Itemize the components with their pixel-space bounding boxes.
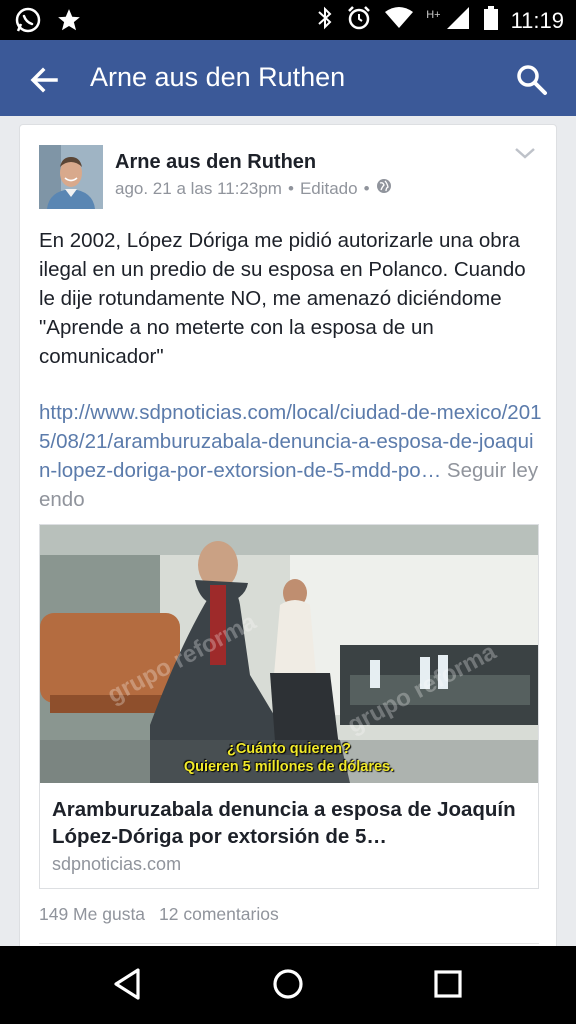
system-nav-bar [0,946,576,1024]
wifi-icon [384,6,414,35]
back-triangle-icon[interactable] [108,964,148,1004]
signal-icon [445,5,471,36]
post-meta: ago. 21 a las 11:23pm • Editado • [115,178,392,199]
post-card: Arne aus den Ruthen ago. 21 a las 11:23p… [19,124,557,964]
bluetooth-icon [316,5,334,36]
timestamp[interactable]: ago. 21 a las 11:23pm [115,179,282,199]
likes-count[interactable]: 149 Me gusta [39,904,145,925]
status-time: 11:19 [510,7,564,33]
network-type-label: H+ [426,8,441,21]
post-text: En 2002, López Dóriga me pidió autorizar… [39,229,526,368]
preview-image[interactable]: grupo reforma grupo reforma ¿Cuánto quie… [40,525,538,783]
post-stats: 149 Me gusta 12 comentarios [39,904,279,925]
edited-label[interactable]: Editado [300,179,358,199]
meta-separator: • [363,178,370,198]
alarm-icon [346,5,372,36]
chevron-down-icon[interactable] [514,145,536,161]
link-preview[interactable]: grupo reforma grupo reforma ¿Cuánto quie… [39,524,539,889]
meta-separator: • [287,178,294,198]
preview-domain: sdpnoticias.com [52,854,182,874]
app-bar: Arne aus den Ruthen [0,40,576,116]
video-subtitle-line-2: Quieren 5 millones de dólares. [183,759,395,775]
video-subtitle-line-1: ¿Cuánto quieren? [226,741,352,757]
search-icon[interactable] [514,62,550,98]
app-title: Arne aus den Ruthen [90,62,346,92]
star-icon [56,7,82,38]
home-circle-icon[interactable] [268,964,308,1004]
divider [39,943,539,944]
arrow-back-icon[interactable] [26,62,62,98]
preview-title[interactable]: Aramburuzabala denuncia a esposa de Joaq… [52,796,532,850]
comments-count[interactable]: 12 comentarios [159,904,279,925]
recents-square-icon[interactable] [428,964,468,1004]
battery-icon [483,5,499,36]
globe-icon [376,178,392,199]
post-link-block: http://www.sdpnoticias.com/local/ciudad-… [39,398,544,514]
author-name[interactable]: Arne aus den Ruthen [115,151,316,174]
status-bar: H+ 11:19 [0,0,576,40]
whatsapp-icon [14,6,42,39]
avatar[interactable] [39,145,103,209]
